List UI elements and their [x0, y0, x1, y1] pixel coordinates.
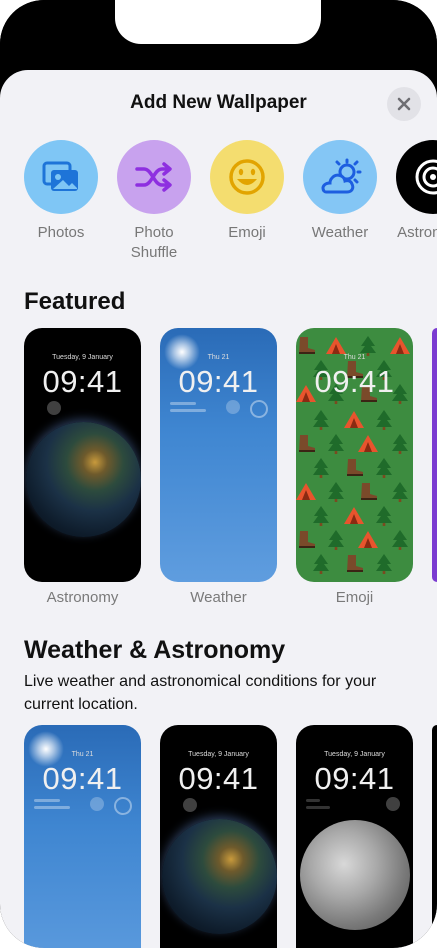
- category-weather[interactable]: Weather: [293, 140, 387, 243]
- card-label: Astronomy: [46, 589, 119, 606]
- photos-icon: [42, 161, 78, 191]
- weather-card[interactable]: Thu 21 09:41: [24, 725, 141, 948]
- widget-dot: [226, 400, 240, 414]
- widget-bar: [170, 402, 196, 405]
- earth-image: [162, 819, 277, 934]
- card-time: 09:41: [42, 364, 123, 399]
- category-photos[interactable]: Photos: [14, 140, 108, 243]
- featured-card-weather[interactable]: Thu 21 09:41: [160, 328, 277, 582]
- close-icon: [397, 97, 411, 111]
- close-button[interactable]: [387, 87, 421, 121]
- card-date: Tuesday, 9 January: [188, 751, 249, 758]
- device-notch: [115, 0, 321, 44]
- widget-ring: [114, 797, 132, 815]
- card-time: 09:41: [314, 761, 395, 796]
- featured-card-astronomy[interactable]: Tuesday, 9 January 09:41: [24, 328, 141, 582]
- featured-card-next[interactable]: [432, 328, 437, 582]
- category-label: Photos: [37, 224, 85, 241]
- section-subtitle: Live weather and astronomical conditions…: [24, 673, 377, 713]
- card-date: Thu 21: [71, 751, 94, 758]
- weather-astronomy-card-next[interactable]: [432, 725, 437, 948]
- device-frame: Add New Wallpaper Photos Photo Shuffle E…: [0, 0, 437, 948]
- widget-bar: [306, 799, 320, 802]
- widget-bar: [34, 799, 60, 802]
- card-time: 09:41: [42, 761, 123, 796]
- card-label: Emoji: [335, 589, 374, 606]
- widget-bar: [34, 806, 70, 809]
- category-label: Emoji: [228, 224, 266, 241]
- category-emoji[interactable]: Emoji: [200, 140, 294, 243]
- category-astronomy[interactable]: Astronomy: [386, 140, 437, 243]
- add-wallpaper-sheet: Add New Wallpaper Photos Photo Shuffle E…: [0, 70, 437, 948]
- astronomy-icon: [415, 159, 437, 195]
- earth-image: [26, 422, 141, 537]
- section-title-weather-astronomy: Weather & Astronomy: [24, 636, 286, 664]
- moon-image: [300, 820, 410, 930]
- card-time: 09:41: [314, 364, 395, 399]
- category-label: Astronomy: [397, 224, 437, 241]
- section-title-featured: Featured: [24, 288, 126, 315]
- widget-bar: [306, 806, 330, 809]
- widget-dot: [183, 798, 197, 812]
- featured-card-emoji[interactable]: Thu 21 09:41: [296, 328, 413, 582]
- widget-dot: [90, 797, 104, 811]
- card-time: 09:41: [178, 761, 259, 796]
- card-date: Thu 21: [207, 354, 230, 361]
- widget-dot: [47, 401, 61, 415]
- card-time: 09:41: [178, 364, 259, 399]
- sheet-title: Add New Wallpaper: [130, 92, 307, 113]
- astronomy-moon-card[interactable]: Tuesday, 9 January 09:41: [296, 725, 413, 948]
- category-label: Photo Shuffle: [130, 224, 178, 261]
- card-date: Thu 21: [343, 354, 366, 361]
- widget-dot: [386, 797, 400, 811]
- card-date: Tuesday, 9 January: [324, 751, 385, 758]
- card-date: Tuesday, 9 January: [52, 354, 113, 361]
- emoji-icon: [229, 159, 265, 195]
- widget-ring: [250, 400, 268, 418]
- widget-bar: [170, 409, 206, 412]
- weather-icon: [321, 158, 362, 194]
- category-label: Weather: [311, 224, 369, 241]
- shuffle-icon: [135, 162, 172, 192]
- card-label: Weather: [190, 589, 247, 606]
- category-photo-shuffle[interactable]: Photo Shuffle: [107, 140, 201, 263]
- category-row: Photos Photo Shuffle Emoji Weather Astro…: [0, 140, 437, 270]
- astronomy-earth-card[interactable]: Tuesday, 9 January 09:41: [160, 725, 277, 948]
